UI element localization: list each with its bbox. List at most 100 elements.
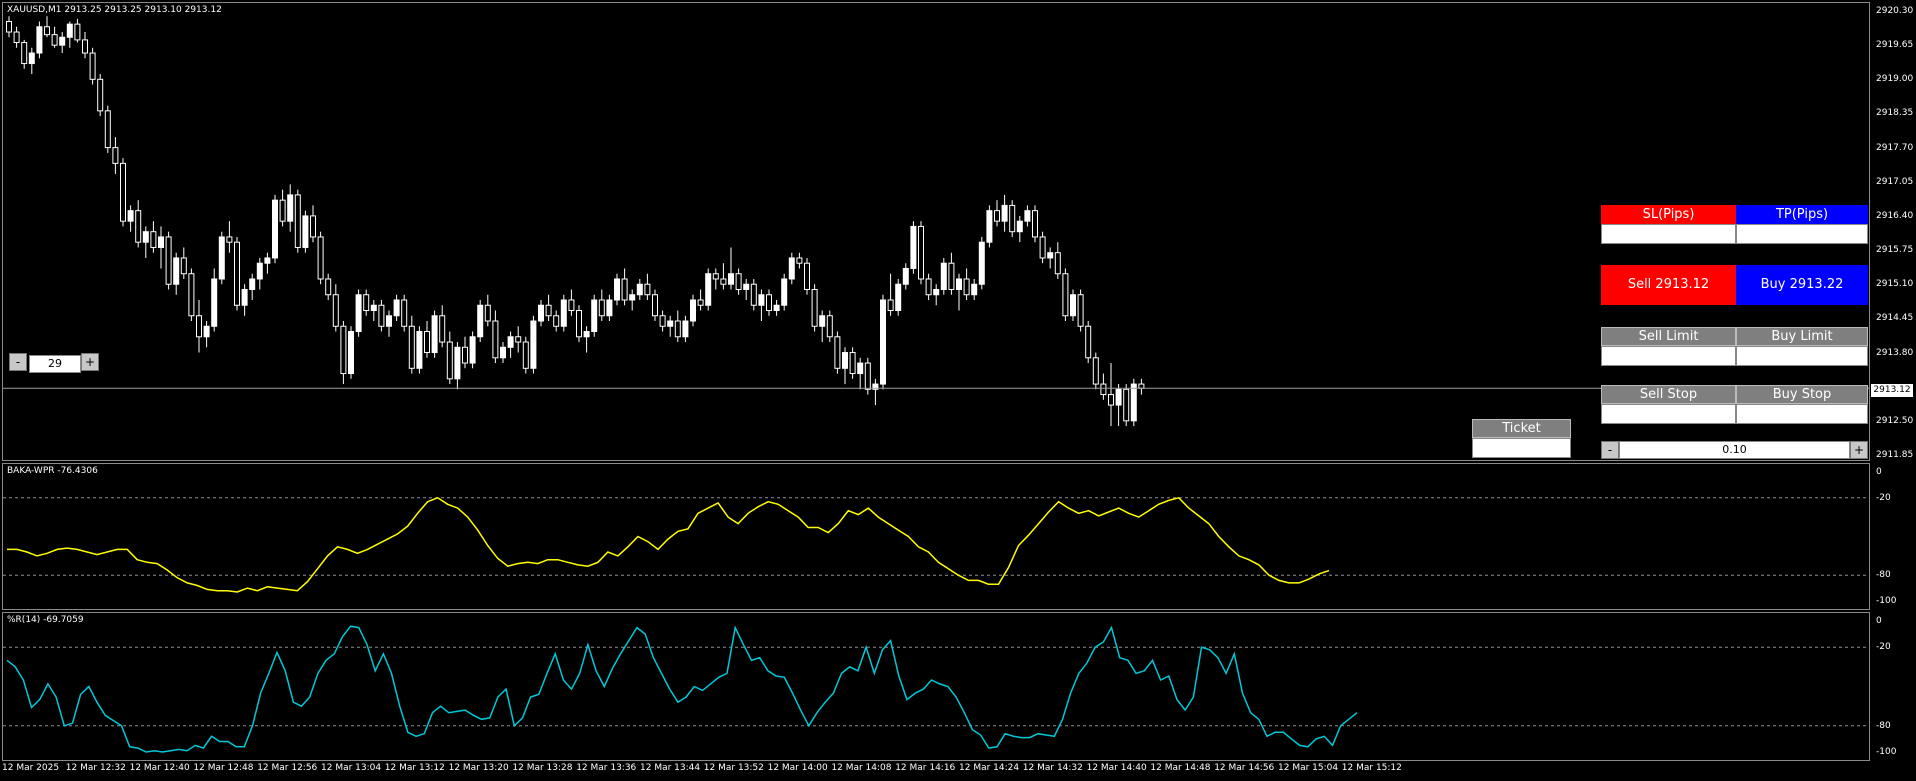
sell-stop-price-input[interactable] (1601, 404, 1736, 424)
sl-pips-input[interactable] (1601, 224, 1736, 244)
candle-body (918, 225, 924, 280)
ticket-input[interactable] (1472, 438, 1571, 458)
candle-body (416, 331, 423, 369)
time-axis-tick: 12 Mar 13:36 (576, 763, 637, 773)
indicator-axis-tick: -80 (1876, 720, 1891, 731)
candle-body (127, 210, 134, 222)
candle-body (1077, 294, 1084, 327)
sell-stop-button[interactable]: Sell Stop (1601, 385, 1736, 404)
candle-body (743, 283, 750, 290)
candle-body (386, 315, 392, 327)
candle-body (1092, 357, 1099, 385)
candlestick-chart[interactable] (3, 3, 1870, 461)
candle-body (477, 304, 484, 338)
candle-body (986, 210, 993, 243)
candle-body (317, 236, 324, 280)
candle-body (864, 362, 871, 390)
candle-body (59, 36, 66, 46)
candle-body (226, 236, 233, 243)
candle-body (66, 23, 73, 38)
candle-body (1016, 220, 1023, 233)
candle-body (560, 299, 567, 327)
candle-body (1047, 252, 1054, 259)
candle-body (1009, 204, 1016, 233)
wpr14-label: %R(14) -69.7059 (7, 615, 84, 625)
sell-limit-button[interactable]: Sell Limit (1601, 327, 1736, 346)
candle-body (355, 294, 362, 333)
candle-body (363, 294, 370, 312)
baka-wpr-pane[interactable]: BAKA-WPR -76.4306 (2, 463, 1870, 610)
indicator-axis-tick: -20 (1876, 492, 1891, 503)
candle-body (507, 336, 514, 348)
sl-pips-label: SL(Pips) (1601, 205, 1736, 224)
price-axis-tick: 2913.80 (1876, 347, 1914, 358)
candle-body (621, 278, 628, 301)
price-axis-tick: 2916.40 (1876, 210, 1914, 221)
candle-body (849, 352, 856, 375)
candle-body (940, 262, 947, 290)
candle-body (218, 236, 225, 280)
candle-body (834, 336, 841, 369)
time-axis-tick: 12 Mar 12:48 (193, 763, 254, 773)
candle-body (1138, 383, 1145, 389)
zoom-minus-button[interactable]: - (9, 353, 27, 371)
candle-body (515, 336, 522, 343)
zoom-plus-button[interactable]: + (81, 353, 99, 371)
candle-body (104, 110, 111, 149)
candle-body (842, 352, 848, 369)
wpr14-pane[interactable]: %R(14) -69.7059 (2, 612, 1870, 761)
candle-body (272, 199, 278, 259)
candle-body (697, 299, 704, 306)
candle-body (1070, 294, 1076, 317)
lot-plus-button[interactable]: + (1850, 441, 1868, 459)
candle-body (150, 231, 157, 248)
indicator-axis-tick: -80 (1876, 570, 1891, 581)
buy-stop-price-input[interactable] (1736, 404, 1868, 424)
candle-body (902, 267, 909, 285)
candle-body (690, 299, 696, 322)
candle-body (674, 320, 681, 338)
time-axis-tick: 12 Mar 13:52 (703, 763, 764, 773)
sell-limit-price-input[interactable] (1601, 346, 1736, 366)
buy-limit-price-input[interactable] (1736, 346, 1868, 366)
buy-stop-button[interactable]: Buy Stop (1736, 385, 1868, 404)
time-axis-tick: 12 Mar 15:04 (1278, 763, 1339, 773)
candle-body (735, 273, 742, 290)
price-axis-tick: 2918.35 (1876, 108, 1914, 119)
price-axis-tick: 2911.85 (1876, 450, 1914, 460)
candle-body (36, 26, 43, 54)
price-axis-tick: 2912.50 (1876, 415, 1914, 426)
buy-limit-button[interactable]: Buy Limit (1736, 327, 1868, 346)
candle-body (887, 299, 894, 312)
candle-body (310, 215, 316, 238)
candle-body (203, 325, 210, 338)
price-axis-tick: 2919.00 (1876, 74, 1914, 85)
candle-body (1130, 383, 1137, 422)
buy-market-button[interactable]: Buy 2913.22 (1736, 265, 1868, 305)
candle-body (332, 294, 339, 327)
candle-body (142, 231, 149, 243)
candle-body (469, 336, 476, 364)
candle-body (978, 241, 985, 285)
candle-body (211, 278, 218, 327)
time-axis-tick: 12 Mar 13:12 (384, 763, 445, 773)
candle-body (1032, 210, 1038, 238)
time-axis-tick: 12 Mar 13:28 (512, 763, 573, 773)
time-axis-tick: 12 Mar 14:08 (831, 763, 892, 773)
candle-body (340, 325, 347, 375)
candle-body (766, 294, 772, 312)
tp-pips-input[interactable] (1736, 224, 1868, 244)
candle-body (1001, 204, 1008, 222)
lot-size-input[interactable]: 0.10 (1619, 441, 1850, 459)
zoom-value-field[interactable]: 29 (29, 355, 81, 373)
price-chart-pane[interactable]: XAUUSD,M1 2913.25 2913.25 2913.10 2913.1… (2, 2, 1870, 461)
baka-wpr-line-chart (3, 496, 1869, 593)
lot-minus-button[interactable]: - (1601, 441, 1619, 459)
sell-market-button[interactable]: Sell 2913.12 (1601, 265, 1736, 305)
candle-body (378, 304, 385, 327)
candle-body (538, 304, 544, 322)
candle-body (750, 283, 757, 306)
candle-body (773, 304, 780, 312)
baka-wpr-label: BAKA-WPR -76.4306 (7, 466, 98, 476)
time-axis-tick: 12 Mar 13:20 (448, 763, 509, 773)
